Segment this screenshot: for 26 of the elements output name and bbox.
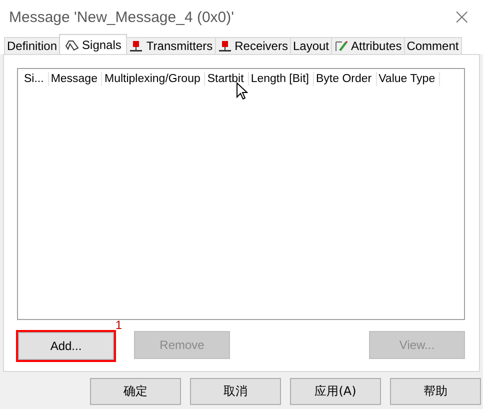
- button[interactable]: Add...: [18, 332, 114, 360]
- tab[interactable]: Definition: [4, 37, 60, 54]
- column-header[interactable]: Multiplexing/Group: [102, 72, 206, 86]
- button[interactable]: 确定: [90, 378, 181, 405]
- tab[interactable]: Signals: [59, 34, 128, 54]
- column-header[interactable]: Byte Order: [314, 72, 377, 86]
- tab[interactable]: Transmitters: [126, 37, 216, 54]
- node-icon: [218, 40, 232, 52]
- button[interactable]: 取消: [190, 378, 281, 405]
- close-button[interactable]: ×: [448, 4, 475, 30]
- tab[interactable]: Receivers: [214, 37, 291, 54]
- window-title: Message 'New_Message_4 (0x0)': [9, 8, 234, 26]
- button[interactable]: 帮助: [390, 378, 481, 405]
- column-header[interactable]: Message: [48, 72, 102, 86]
- tab[interactable]: Attributes: [331, 37, 405, 54]
- column-header[interactable]: Length [Bit]: [248, 72, 314, 86]
- node-icon: [129, 40, 144, 52]
- annotation-number: 1: [115, 318, 122, 332]
- tab[interactable]: Layout: [290, 37, 332, 54]
- column-header[interactable]: Value Type: [376, 72, 440, 86]
- cursor-icon: [236, 82, 248, 100]
- wave-icon: [65, 38, 80, 50]
- pencil-icon: [334, 40, 348, 52]
- tab[interactable]: Comment: [404, 37, 462, 54]
- column-header[interactable]: Si...: [22, 72, 49, 86]
- button[interactable]: 应用(A): [290, 378, 381, 405]
